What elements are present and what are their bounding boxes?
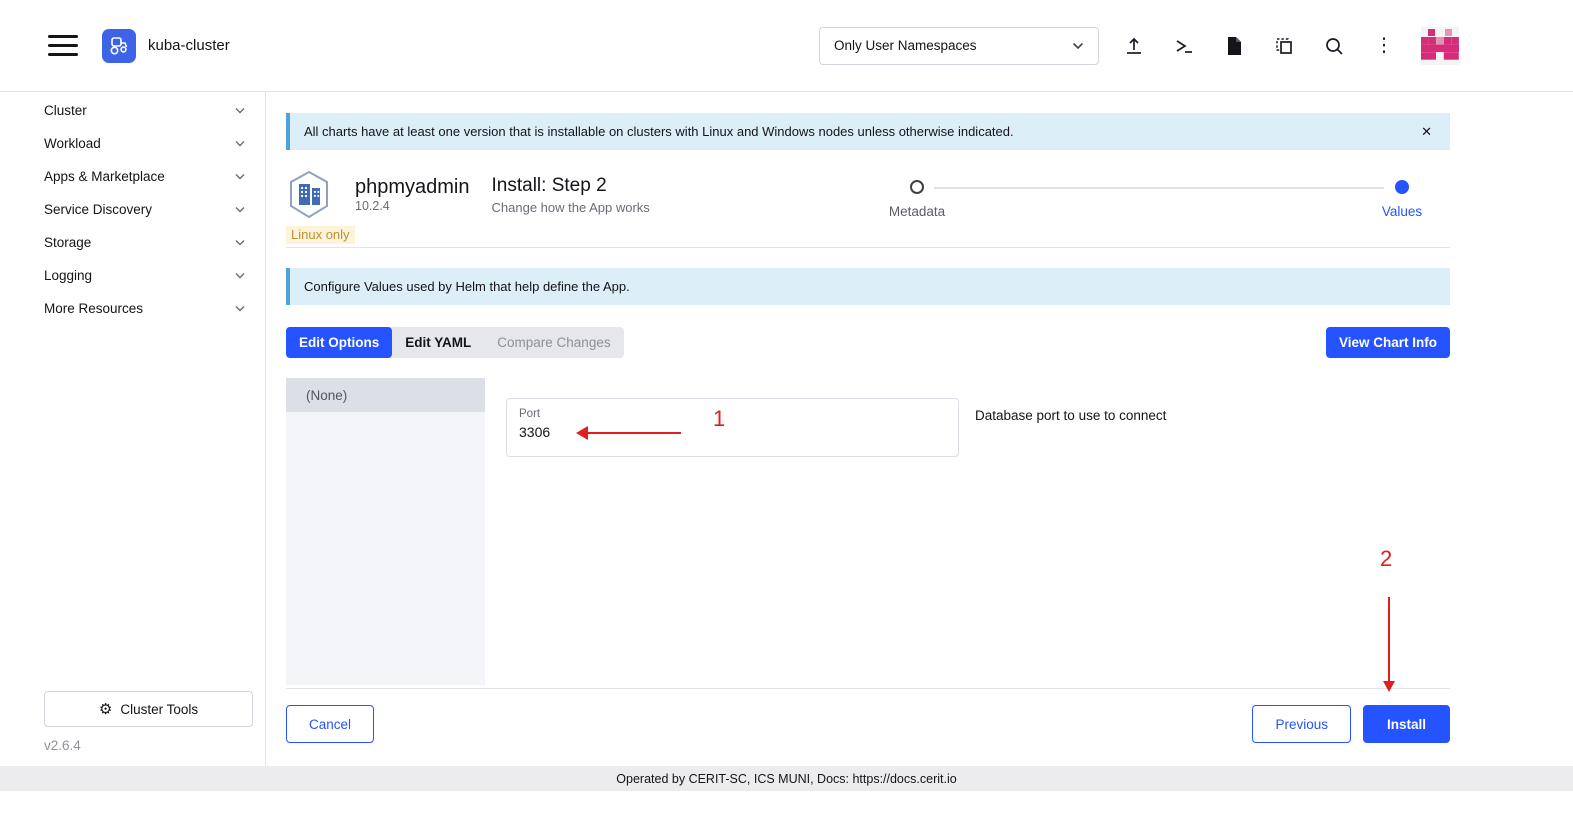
kubectl-shell-icon[interactable]: [1159, 27, 1209, 65]
annotation-step1-arrowhead: [576, 426, 588, 440]
view-chart-info-button[interactable]: View Chart Info: [1326, 327, 1450, 358]
charts-notice-banner: All charts have at least one version tha…: [286, 113, 1450, 150]
install-step-title: Install: Step 2: [492, 170, 650, 197]
footer-text: Operated by CERIT-SC, ICS MUNI, Docs: ht…: [616, 772, 956, 786]
install-stepper: Metadata Values: [846, 180, 1450, 230]
install-button[interactable]: Install: [1363, 705, 1450, 743]
step-dot-values: [1395, 180, 1409, 194]
user-avatar[interactable]: [1421, 27, 1459, 65]
configure-values-text: Configure Values used by Helm that help …: [304, 279, 630, 294]
divider: [286, 247, 1450, 248]
copy-kubeconfig-icon[interactable]: [1259, 27, 1309, 65]
kebab-menu-icon[interactable]: ⋮: [1359, 27, 1409, 65]
values-form: (None) Port Database port to use to conn…: [286, 378, 1450, 685]
rancher-version: v2.6.4: [44, 738, 81, 753]
chevron-down-icon: [235, 140, 245, 147]
configure-values-banner: Configure Values used by Helm that help …: [286, 268, 1450, 305]
annotation-step2-number: 2: [1380, 548, 1392, 570]
annotation-step2-arrow: [1388, 597, 1390, 683]
sidebar-item-logging[interactable]: Logging: [0, 259, 265, 292]
cluster-logo-icon[interactable]: [102, 29, 136, 63]
tab-compare-changes[interactable]: Compare Changes: [484, 327, 623, 358]
tab-edit-options[interactable]: Edit Options: [286, 327, 392, 358]
stepper-step-metadata[interactable]: Metadata: [885, 180, 949, 219]
app-header: phpmyadmin 10.2.4 Install: Step 2 Change…: [286, 170, 1450, 222]
divider: [286, 688, 1450, 689]
download-kubeconfig-icon[interactable]: [1209, 27, 1259, 65]
port-field-card: Port: [506, 398, 959, 457]
tab-edit-yaml[interactable]: Edit YAML: [392, 327, 484, 358]
chevron-down-icon: [235, 107, 245, 114]
cancel-button[interactable]: Cancel: [286, 705, 374, 743]
namespace-filter-value: Only User Namespaces: [834, 38, 977, 53]
chevron-down-icon: [235, 305, 245, 312]
app-name: phpmyadmin: [355, 170, 470, 198]
chevron-down-icon: [1072, 42, 1084, 50]
chevron-down-icon: [235, 173, 245, 180]
editor-tabs: Edit Options Edit YAML Compare Changes: [286, 327, 624, 358]
chevron-down-icon: [235, 239, 245, 246]
annotation-step2-arrowhead: [1383, 681, 1395, 692]
install-step-subtitle: Change how the App works: [492, 200, 650, 215]
footer-bar: Operated by CERIT-SC, ICS MUNI, Docs: ht…: [0, 766, 1573, 791]
stepper-step-values[interactable]: Values: [1370, 180, 1434, 219]
sidebar-item-apps-marketplace[interactable]: Apps & Marketplace: [0, 160, 265, 193]
app-version: 10.2.4: [355, 199, 470, 213]
group-item-none[interactable]: (None): [286, 378, 485, 412]
search-icon[interactable]: [1309, 27, 1359, 65]
port-field-label: Port: [519, 408, 946, 420]
sidebar-item-storage[interactable]: Storage: [0, 226, 265, 259]
annotation-step1-number: 1: [713, 408, 725, 430]
cluster-tools-button[interactable]: ⚙ Cluster Tools: [44, 691, 253, 727]
sidebar-item-workload[interactable]: Workload: [0, 127, 265, 160]
top-header: kuba-cluster Only User Namespaces: [0, 0, 1573, 92]
sidebar-item-service-discovery[interactable]: Service Discovery: [0, 193, 265, 226]
question-group-list: (None): [286, 378, 485, 685]
cluster-name: kuba-cluster: [148, 37, 230, 54]
hamburger-menu-icon[interactable]: [48, 35, 78, 56]
import-yaml-icon[interactable]: [1109, 27, 1159, 65]
chevron-down-icon: [235, 272, 245, 279]
chevron-down-icon: [235, 206, 245, 213]
close-icon[interactable]: ✕: [1421, 124, 1432, 140]
namespace-filter-select[interactable]: Only User Namespaces: [819, 27, 1099, 65]
port-field-description: Database port to use to connect: [975, 408, 1166, 423]
os-badge: Linux only: [286, 226, 355, 244]
main-content: All charts have at least one version tha…: [267, 92, 1573, 766]
previous-button[interactable]: Previous: [1252, 705, 1351, 743]
sidebar-item-cluster[interactable]: Cluster: [0, 94, 265, 127]
charts-notice-text: All charts have at least one version tha…: [304, 124, 1014, 139]
sidebar: Cluster Workload Apps & Marketplace Serv…: [0, 92, 266, 766]
stepper-line: [934, 187, 1384, 189]
phpmyadmin-chart-icon: [286, 170, 332, 220]
annotation-step1-arrow: [587, 432, 681, 434]
gear-icon: ⚙: [99, 702, 112, 717]
sidebar-item-more-resources[interactable]: More Resources: [0, 292, 265, 325]
step-dot-metadata: [910, 180, 924, 194]
